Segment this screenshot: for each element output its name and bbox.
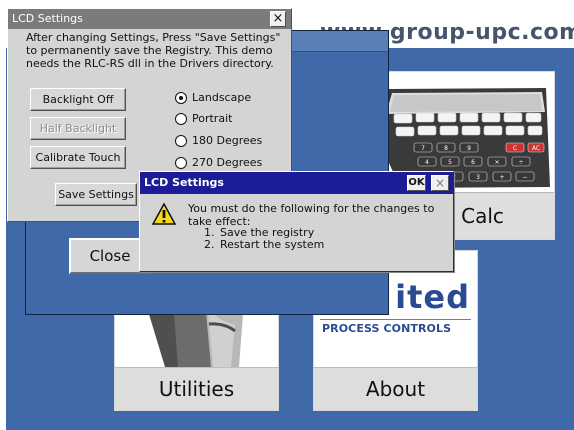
svg-text:7: 7	[421, 145, 425, 152]
lcd-settings-title: LCD Settings	[12, 12, 83, 25]
message-box-title: LCD Settings	[144, 176, 224, 189]
svg-text:8: 8	[444, 145, 448, 152]
lcd-settings-titlebar: LCD Settings ×	[8, 9, 291, 29]
ok-button[interactable]: OK	[407, 175, 426, 191]
save-settings-button[interactable]: Save Settings	[55, 183, 137, 206]
orientation-label: Landscape	[192, 91, 252, 104]
logo-divider	[320, 319, 471, 320]
half-backlight-button: Half Backlight	[30, 117, 126, 140]
message-text: You must do the following for the change…	[188, 202, 435, 228]
utilities-button[interactable]: Utilities	[115, 367, 278, 410]
svg-text:C: C	[513, 145, 517, 152]
backlight-off-button[interactable]: Backlight Off	[30, 88, 126, 111]
svg-text:6: 6	[471, 159, 475, 166]
company-tagline: PROCESS CONTROLS	[322, 322, 452, 335]
lcd-settings-message-box: LCD Settings OK × You must do the follow…	[139, 171, 454, 272]
svg-text:−: −	[522, 174, 527, 181]
utilities-tile[interactable]: Utilities	[114, 300, 279, 411]
about-button[interactable]: About	[314, 367, 477, 410]
warning-icon	[152, 203, 176, 225]
svg-text:3: 3	[476, 174, 480, 181]
svg-text:×: ×	[494, 159, 499, 166]
message-box-titlebar: LCD Settings OK ×	[140, 172, 453, 194]
lcd-instructions: After changing Settings, Press "Save Set…	[26, 31, 281, 70]
required-actions-list: Save the registry Restart the system	[200, 227, 324, 251]
company-logo-text: ited	[395, 278, 470, 316]
orientation-label: 180 Degrees	[192, 134, 263, 147]
calibrate-touch-button[interactable]: Calibrate Touch	[30, 146, 126, 169]
orientation-label: 270 Degrees	[192, 156, 263, 169]
radio-icon[interactable]	[175, 113, 187, 125]
radio-icon[interactable]	[175, 135, 187, 147]
radio-selected-icon[interactable]	[175, 92, 187, 104]
radio-dot-icon	[179, 96, 183, 100]
svg-text:9: 9	[467, 145, 471, 152]
radio-icon[interactable]	[175, 157, 187, 169]
svg-text:+: +	[499, 174, 504, 181]
message-box-close-button[interactable]: ×	[431, 175, 449, 191]
svg-text:÷: ÷	[518, 159, 523, 166]
orientation-label: Portrait	[192, 112, 233, 125]
svg-text:AC: AC	[532, 145, 540, 152]
required-action-restart-system: Restart the system	[218, 239, 324, 251]
lcd-window-close-button[interactable]: ×	[270, 11, 286, 27]
desktop: www.group-upc.com 7 8 9 C AC 4 5 6 × ÷ 2…	[0, 0, 574, 430]
svg-text:4: 4	[425, 159, 429, 166]
svg-text:5: 5	[448, 159, 452, 166]
